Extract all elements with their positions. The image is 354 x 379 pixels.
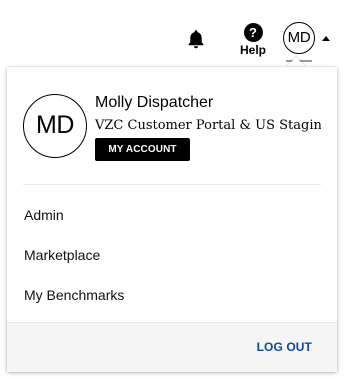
profile-avatar: MD bbox=[23, 94, 87, 158]
dropdown-footer: LOG OUT bbox=[7, 322, 337, 372]
divider bbox=[23, 184, 321, 185]
organization-name: VZC Customer Portal & US Staging... bbox=[95, 118, 321, 133]
help-icon: ? bbox=[243, 23, 263, 42]
menu-item-marketplace[interactable]: Marketplace bbox=[24, 246, 100, 264]
profile-dropdown: MD Molly Dispatcher VZC Customer Portal … bbox=[7, 67, 337, 372]
user-avatar-button[interactable]: MD bbox=[283, 22, 315, 54]
menu-item-admin[interactable]: Admin bbox=[24, 206, 64, 224]
app-screen: ? Help MD MD Molly Dispatcher VZC Custom… bbox=[0, 0, 354, 379]
my-account-button[interactable]: MY ACCOUNT bbox=[95, 138, 190, 161]
caret-up-icon[interactable] bbox=[322, 36, 330, 41]
bell-icon[interactable] bbox=[184, 27, 208, 51]
help-label: Help bbox=[239, 43, 266, 57]
logout-link[interactable]: LOG OUT bbox=[257, 340, 312, 354]
menu-item-my-benchmarks[interactable]: My Benchmarks bbox=[24, 286, 124, 304]
top-bar: ? Help MD bbox=[0, 0, 354, 66]
user-name: Molly Dispatcher bbox=[95, 94, 214, 111]
help-button[interactable]: ? Help bbox=[236, 23, 270, 59]
